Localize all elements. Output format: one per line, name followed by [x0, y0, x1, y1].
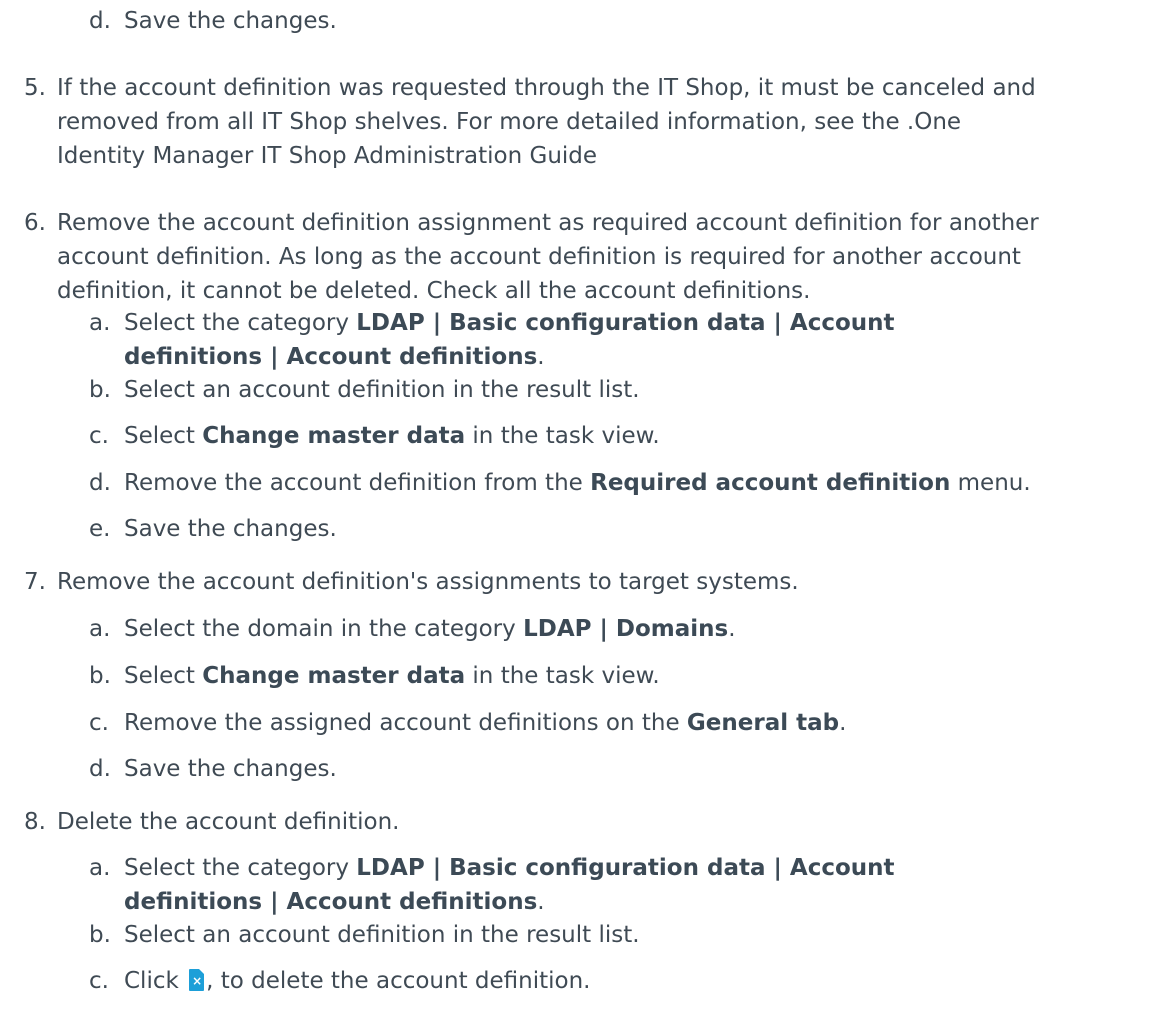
document-page: d. Save the changes. 5. If the account d…	[0, 0, 1172, 1012]
item-number: c.	[89, 710, 109, 736]
menu-command: Change master data	[202, 663, 466, 689]
item-number: 8.	[24, 809, 46, 835]
item-number: a.	[89, 310, 111, 336]
item-text: Remove the account definition from the R…	[124, 466, 1031, 500]
field-name: Required account definition	[590, 470, 951, 496]
text-segment: Select	[124, 423, 203, 449]
item-number: e.	[89, 516, 111, 542]
text-line: Select the category LDAP | Basic configu…	[124, 306, 895, 340]
menu-path: LDAP | Domains	[523, 616, 729, 642]
text-segment: in the task view.	[465, 663, 660, 689]
item-number: a.	[89, 616, 111, 642]
item-text: Select an account definition in the resu…	[124, 377, 640, 403]
item-number: a.	[89, 855, 111, 881]
item-text: Click ×, to delete the account definitio…	[124, 964, 591, 998]
item-text: Select the domain in the category LDAP |…	[124, 612, 736, 646]
text-segment: Select	[124, 663, 203, 689]
text-line: Select the category LDAP | Basic configu…	[124, 851, 895, 885]
item-text: If the account definition was requested …	[57, 71, 1036, 173]
item-number: d.	[89, 470, 111, 496]
text-segment: Select the category	[124, 855, 357, 881]
text-line: Remove the account definition assignment…	[57, 210, 1039, 236]
item-text: Select Change master data in the task vi…	[124, 659, 660, 693]
text-segment: .	[537, 889, 545, 915]
text-segment: .	[839, 710, 847, 736]
menu-path: definitions | Account definitions	[124, 344, 538, 370]
item-number: b.	[89, 922, 111, 948]
item-text: Save the changes.	[124, 516, 337, 542]
delete-document-icon: ×	[189, 969, 205, 991]
text-line: account definition. As long as the accou…	[57, 244, 1021, 270]
item-number: 6.	[24, 210, 46, 236]
item-number: 5.	[24, 75, 46, 101]
text-segment: , to delete the account definition.	[206, 968, 591, 994]
item-text: Save the changes.	[124, 756, 337, 782]
text-segment: .	[537, 344, 545, 370]
item-text: Select Change master data in the task vi…	[124, 419, 660, 453]
item-text: Delete the account definition.	[57, 809, 400, 835]
item-number: b.	[89, 663, 111, 689]
text-segment: in the task view.	[465, 423, 660, 449]
text-segment: Remove the account definition from the	[124, 470, 591, 496]
item-text: Remove the account definition's assignme…	[57, 569, 799, 595]
text-segment: menu.	[950, 470, 1031, 496]
item-text: Remove the assigned account definitions …	[124, 706, 846, 740]
text-segment: Select the domain in the category	[124, 616, 524, 642]
text-line: removed from all IT Shop shelves. For mo…	[57, 109, 962, 135]
item-number: d.	[89, 8, 111, 34]
item-number: c.	[89, 423, 109, 449]
item-number: 7.	[24, 569, 46, 595]
text-segment: Click	[124, 968, 187, 994]
item-text: Select the category LDAP | Basic configu…	[124, 306, 895, 374]
text-line: definition, it cannot be deleted. Check …	[57, 278, 811, 304]
text-line: definitions | Account definitions.	[124, 340, 895, 374]
item-text: Select an account definition in the resu…	[124, 922, 640, 948]
menu-path: LDAP | Basic configuration data | Accoun…	[356, 310, 895, 336]
menu-path: definitions | Account definitions	[124, 889, 538, 915]
text-segment: Select the category	[124, 310, 357, 336]
menu-command: Change master data	[202, 423, 466, 449]
tab-name: General tab	[686, 710, 840, 736]
text-line: definitions | Account definitions.	[124, 885, 895, 919]
text-segment: .	[728, 616, 736, 642]
text-line: If the account definition was requested …	[57, 75, 1036, 101]
item-number: d.	[89, 756, 111, 782]
text-line: Identity Manager IT Shop Administration …	[57, 143, 598, 169]
item-text: Save the changes.	[124, 8, 337, 34]
menu-path: LDAP | Basic configuration data | Accoun…	[356, 855, 895, 881]
text-segment: Remove the assigned account definitions …	[124, 710, 687, 736]
item-number: b.	[89, 377, 111, 403]
item-text: Select the category LDAP | Basic configu…	[124, 851, 895, 919]
item-text: Remove the account definition assignment…	[57, 206, 1039, 308]
item-number: c.	[89, 968, 109, 994]
